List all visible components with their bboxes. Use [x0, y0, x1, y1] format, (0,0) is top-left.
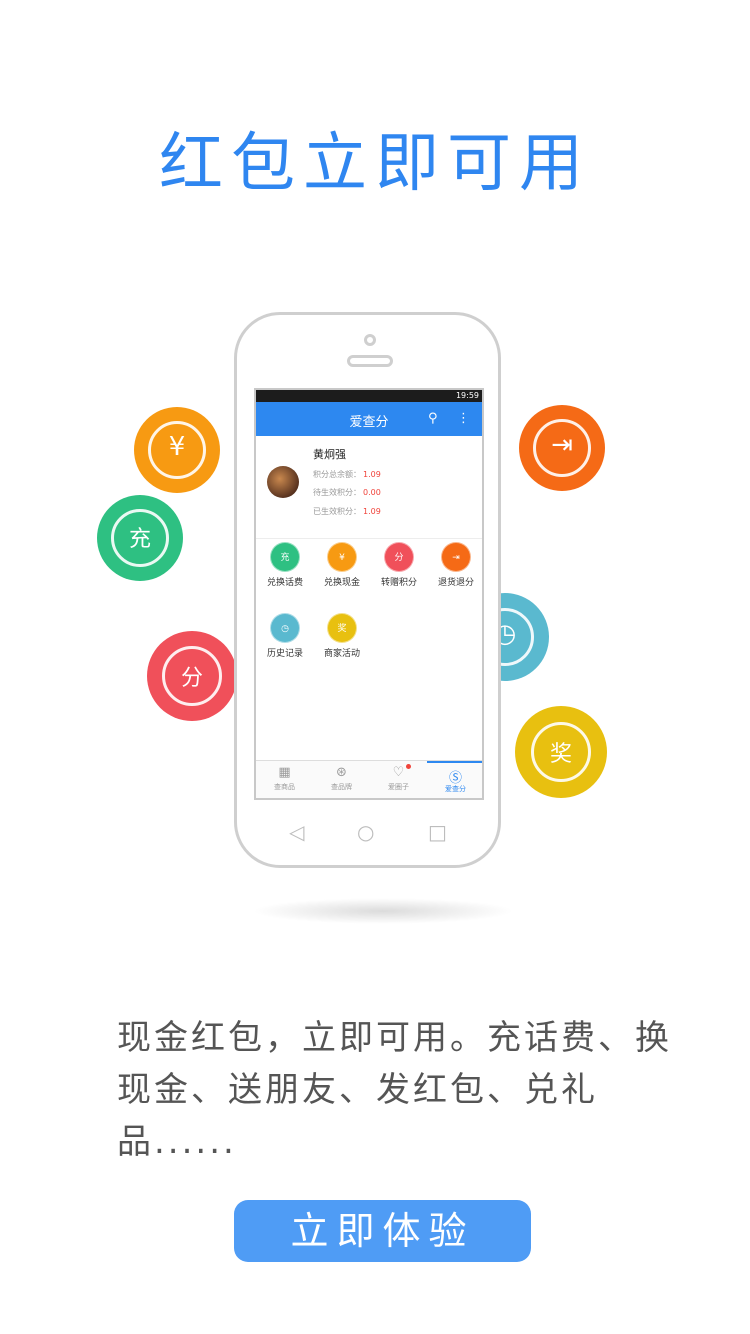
phone-speaker: [347, 355, 393, 367]
user-name: 黄炯强: [313, 448, 346, 461]
tab-label: 爱圈子: [388, 783, 409, 791]
status-bar: 19:59: [256, 390, 482, 402]
cash-coin-icon: ¥: [327, 542, 357, 572]
phone-screen: 19:59 爱查分 ⚲ ⋮ 黄炯强 积分总余额： 1.09 待生效积分： 0.00 …: [254, 388, 484, 800]
function-label: 商家活动: [323, 649, 360, 659]
recharge-icon: 充: [97, 495, 183, 581]
tab-check-brands[interactable]: ⊛ 查品牌: [313, 761, 370, 798]
page-headline: 红包立即可用: [159, 127, 591, 201]
points-active-label: 已生效积分：: [313, 507, 361, 516]
exchange-phone-fee[interactable]: 充 兑换话费: [256, 542, 314, 588]
function-label: 退货退分: [437, 578, 474, 588]
app-title: 爱查分: [349, 415, 389, 430]
notification-badge: [406, 764, 411, 769]
barcode-icon: ▦: [278, 765, 291, 780]
reward-icon: 奖: [327, 613, 357, 643]
tab-label: 爱查分: [445, 785, 466, 793]
cash-coin-icon: ¥: [134, 407, 220, 493]
phone-mockup: 19:59 爱查分 ⚲ ⋮ 黄炯强 积分总余额： 1.09 待生效积分： 0.00 …: [234, 312, 501, 868]
points-active-row: 已生效积分： 1.09: [313, 506, 381, 517]
app-bar: 爱查分 ⚲ ⋮: [256, 402, 482, 436]
search-icon[interactable]: ⚲: [428, 411, 438, 426]
tab-check-products[interactable]: ▦ 查商品: [256, 761, 313, 798]
heart-chat-icon: ♡: [392, 765, 405, 780]
description-text: 现金红包，立即可用。充话费、换现金、送朋友、发红包、兑礼品......: [117, 1018, 672, 1162]
avatar[interactable]: [267, 466, 299, 498]
phone-shadow: [252, 898, 514, 924]
tab-label: 查商品: [274, 783, 295, 791]
refund-points[interactable]: ⇥ 退货退分: [427, 542, 482, 588]
tab-points[interactable]: Ⓢ 爱查分: [427, 761, 482, 798]
try-now-button[interactable]: 立即体验: [234, 1200, 531, 1262]
status-time: 19:59: [455, 391, 479, 400]
history-records[interactable]: ◷ 历史记录: [256, 613, 314, 659]
refund-icon: ⇥: [441, 542, 471, 572]
points-total-value: 1.09: [363, 470, 381, 479]
history-clock-icon: ◷: [270, 613, 300, 643]
points-transfer-icon: 分: [147, 631, 237, 721]
recharge-icon: 充: [270, 542, 300, 572]
bottom-tab-bar: ▦ 查商品 ⊛ 查品牌 ♡ 爱圈子 Ⓢ 爱查分: [256, 760, 482, 798]
function-label: 转赠积分: [380, 578, 417, 588]
function-label: 兑换话费: [266, 578, 303, 588]
points-active-value: 1.09: [363, 507, 381, 516]
tab-circle[interactable]: ♡ 爱圈子: [370, 761, 427, 798]
points-pending-value: 0.00: [363, 488, 381, 497]
points-transfer-icon: 分: [384, 542, 414, 572]
function-label: 历史记录: [266, 649, 303, 659]
user-profile: 黄炯强 积分总余额： 1.09 待生效积分： 0.00 已生效积分： 1.09: [256, 436, 482, 539]
recent-apps-nav-icon[interactable]: □: [428, 820, 447, 844]
dollar-icon: Ⓢ: [448, 771, 462, 786]
points-total-row: 积分总余额： 1.09: [313, 469, 381, 480]
home-nav-icon[interactable]: ○: [357, 820, 374, 844]
more-menu-icon[interactable]: ⋮: [457, 411, 470, 426]
points-total-label: 积分总余额：: [313, 470, 361, 479]
points-pending-label: 待生效积分：: [313, 488, 361, 497]
exchange-cash[interactable]: ¥ 兑换现金: [313, 542, 371, 588]
back-nav-icon[interactable]: ◁: [289, 820, 304, 844]
refund-icon: ⇥: [519, 405, 605, 491]
points-pending-row: 待生效积分： 0.00: [313, 487, 381, 498]
reward-icon: 奖: [515, 706, 607, 798]
phone-camera: [364, 334, 376, 346]
merchant-activities[interactable]: 奖 商家活动: [313, 613, 371, 659]
tab-label: 查品牌: [331, 783, 352, 791]
function-label: 兑换现金: [323, 578, 360, 588]
brand-icon: ⊛: [336, 765, 347, 780]
transfer-points[interactable]: 分 转赠积分: [370, 542, 428, 588]
